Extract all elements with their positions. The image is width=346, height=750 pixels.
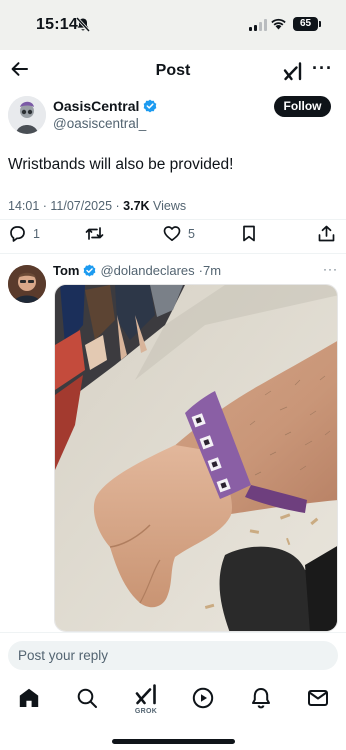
reply-more-icon[interactable]: ··· <box>323 262 338 276</box>
reply-button[interactable]: 1 <box>8 224 40 243</box>
more-icon[interactable]: ··· <box>312 58 333 79</box>
messages-icon[interactable] <box>306 686 330 710</box>
post-timestamp: 14:01 · 11/07/2025 · <box>8 199 124 213</box>
heart-icon <box>163 226 181 242</box>
author-handle[interactable]: @oasiscentral_ <box>53 116 146 131</box>
reply-input[interactable]: Post your reply <box>8 641 338 670</box>
views-count[interactable]: 3.7K <box>123 199 149 213</box>
search-icon[interactable] <box>75 686 99 710</box>
post-actions: 1 5 <box>0 224 346 248</box>
verified-icon <box>144 99 157 113</box>
bookmark-icon <box>243 225 255 242</box>
reply-author-handle[interactable]: @dolandeclares <box>100 263 194 278</box>
post-meta: 14:01 · 11/07/2025 · 3.7K Views <box>8 199 186 213</box>
share-button[interactable] <box>317 224 336 243</box>
post-header: Post ··· <box>0 50 346 92</box>
views-label: Views <box>149 199 187 213</box>
post-text: Wristbands will also be provided! <box>8 156 234 173</box>
author-name-text[interactable]: OasisCentral <box>53 98 139 114</box>
reply-composer: Post your reply <box>0 632 346 676</box>
grok-icon[interactable] <box>283 61 303 81</box>
battery-icon: 65 <box>293 17 321 31</box>
retweet-icon <box>85 227 104 240</box>
author-avatar[interactable] <box>8 96 46 134</box>
status-time: 15:14 <box>36 16 78 33</box>
status-bar: 15:14 65 <box>0 0 346 50</box>
grok-tab-icon[interactable] <box>134 682 158 706</box>
reply-count: 1 <box>33 226 40 241</box>
reply-photo[interactable] <box>54 284 338 632</box>
like-button[interactable]: 5 <box>162 224 195 243</box>
home-icon[interactable] <box>17 686 41 710</box>
reply-age: ·7m <box>198 263 222 278</box>
bell-off-icon <box>76 17 90 32</box>
bookmark-button[interactable] <box>240 224 258 243</box>
reply-author-name[interactable]: Tom <box>53 263 79 278</box>
play-icon[interactable] <box>191 686 215 710</box>
grok-tab-label: GROK <box>134 708 158 715</box>
follow-button[interactable]: Follow <box>274 96 331 117</box>
divider <box>0 219 346 220</box>
author-name[interactable]: OasisCentral <box>53 98 157 114</box>
divider <box>0 253 346 254</box>
reply-header: Tom @dolandeclares ·7m <box>53 263 221 278</box>
signal-icon <box>249 19 267 31</box>
wifi-icon <box>271 18 286 30</box>
reply-icon <box>10 226 25 242</box>
like-count: 5 <box>188 226 195 241</box>
verified-icon <box>84 264 96 277</box>
notifications-icon[interactable] <box>249 686 273 710</box>
home-indicator <box>112 739 235 744</box>
share-icon <box>318 225 335 242</box>
reply-avatar[interactable] <box>8 265 46 303</box>
retweet-button[interactable] <box>84 224 111 243</box>
